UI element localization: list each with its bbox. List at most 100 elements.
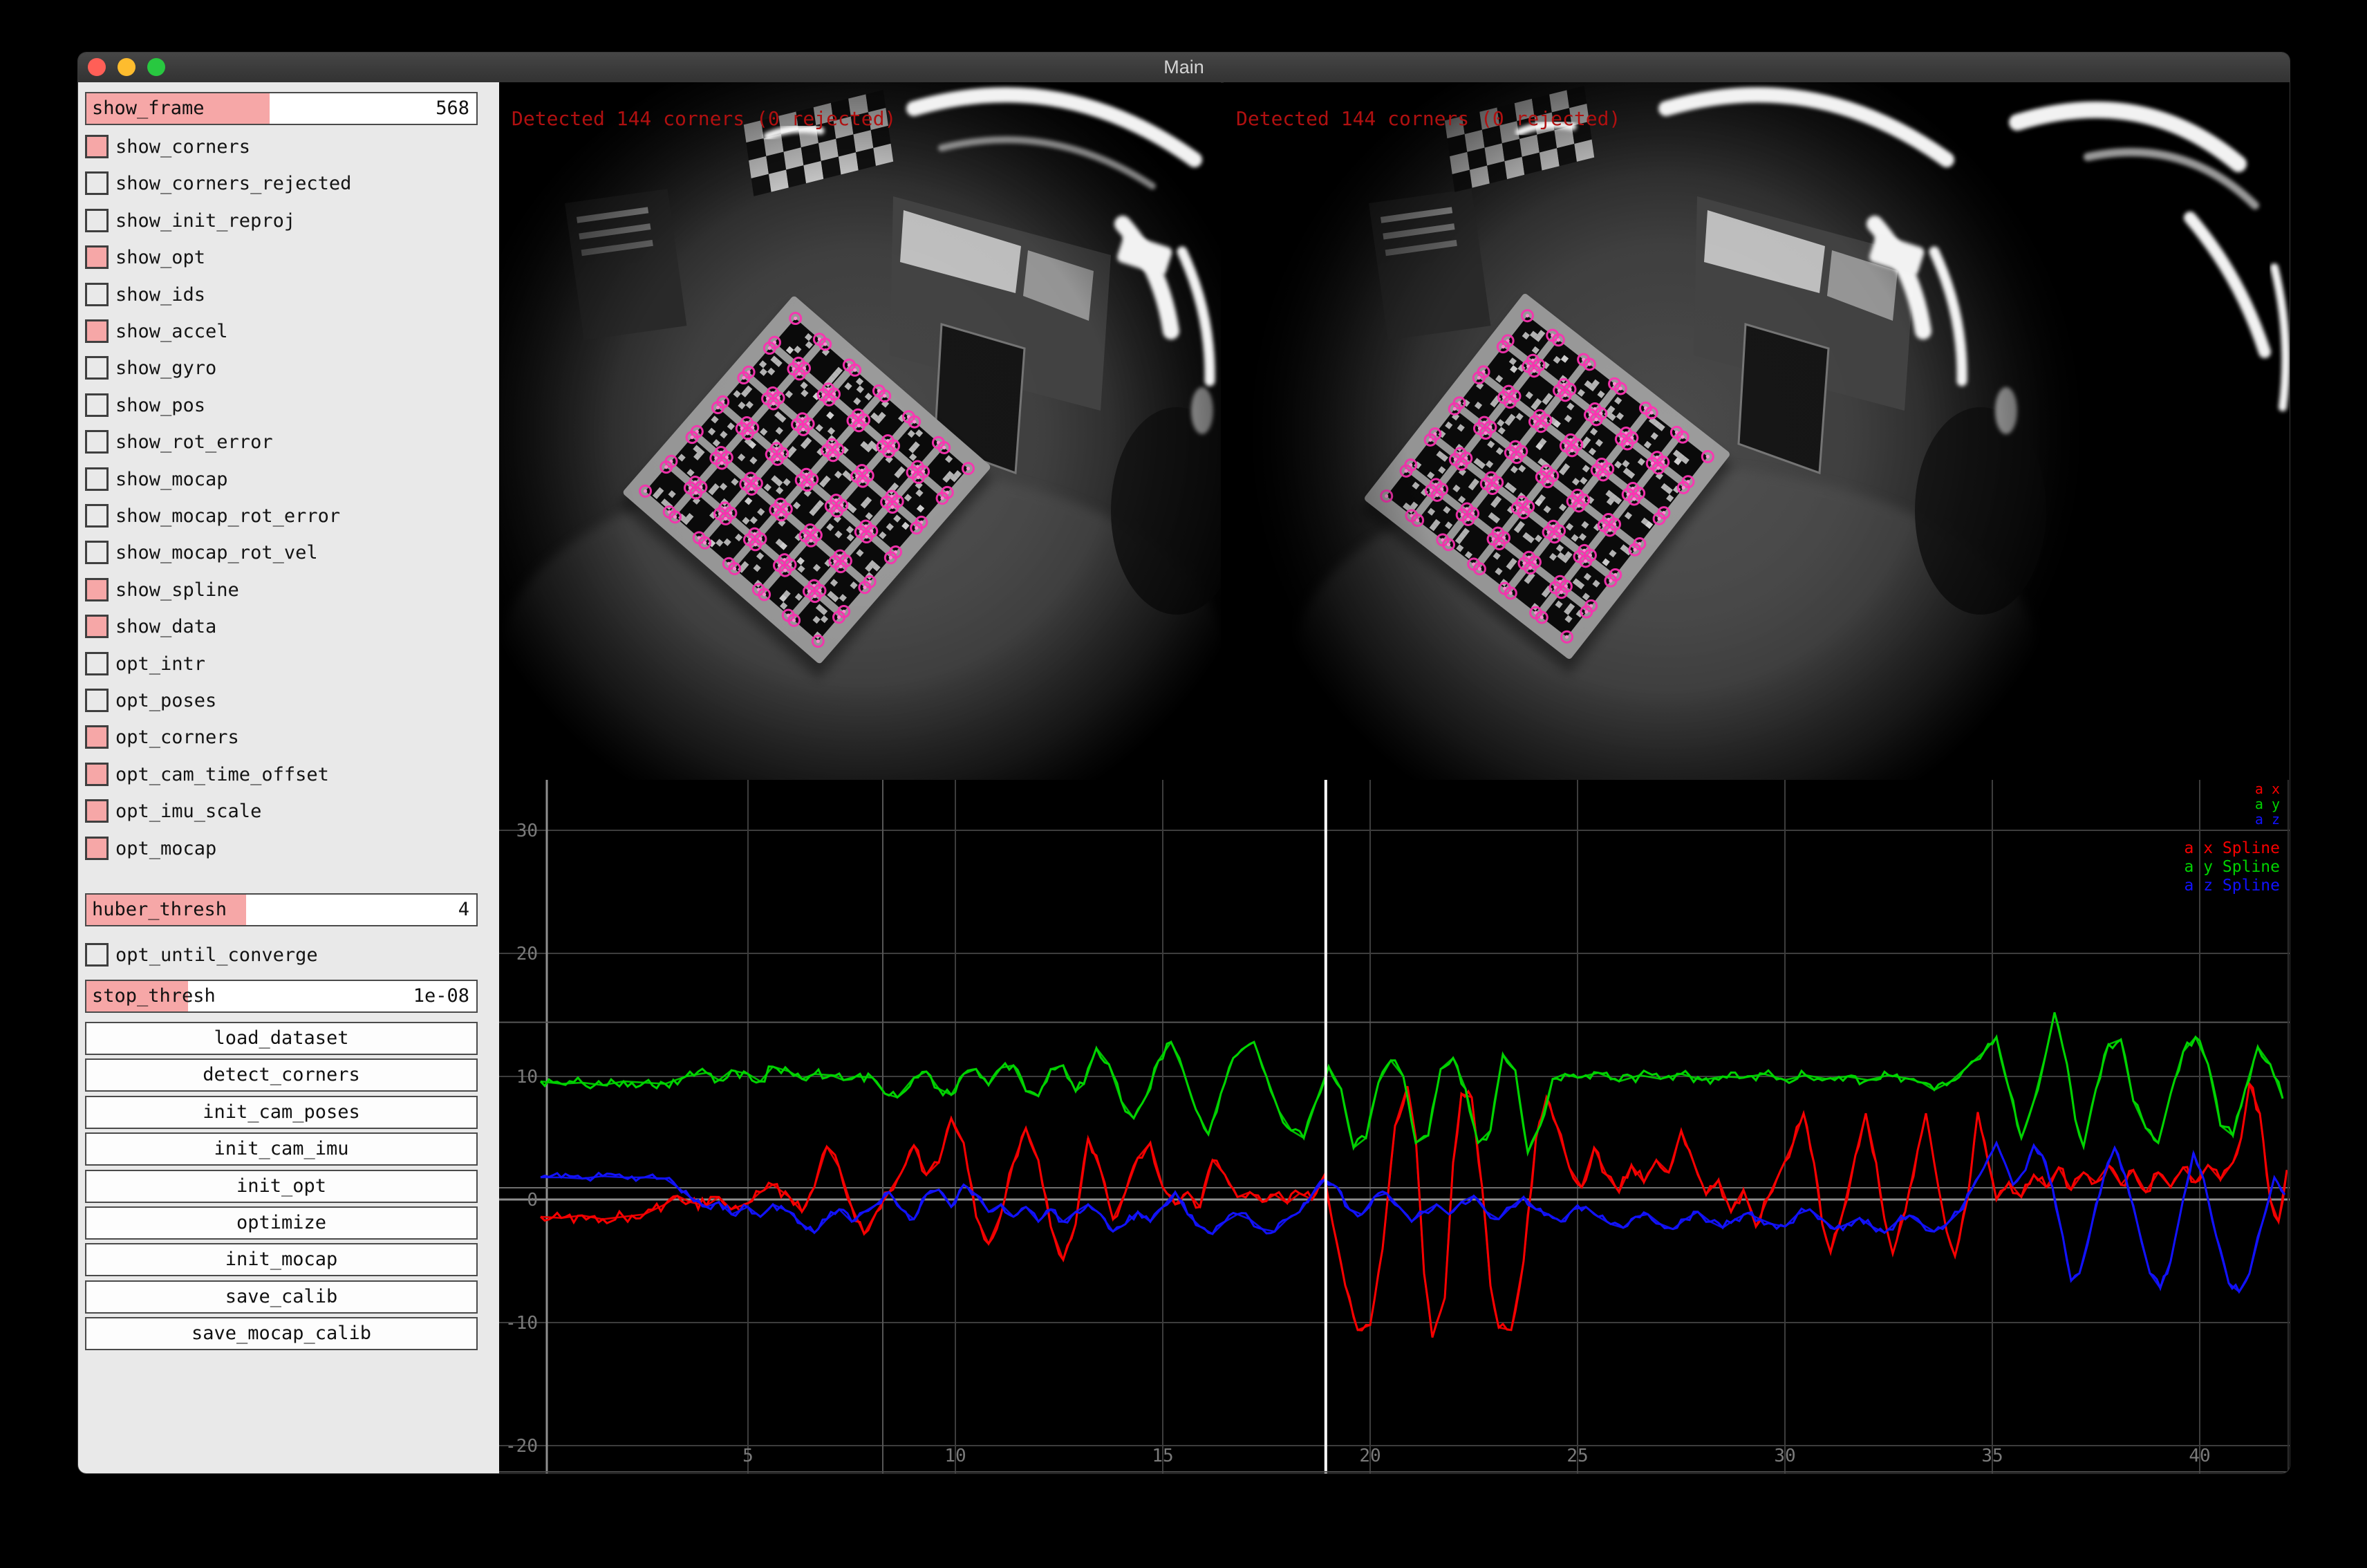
- x-tick-label: 30: [1774, 1446, 1795, 1466]
- legend-entry: a z: [2255, 811, 2280, 828]
- checkbox-label: opt_corners: [115, 724, 239, 752]
- slider-stop_thresh[interactable]: stop_thresh 1e-08: [85, 980, 478, 1013]
- checkbox-label: show_rot_error: [115, 429, 273, 456]
- checkbox-label: show_accel: [115, 318, 228, 346]
- checkbox-row: opt_poses: [85, 687, 493, 715]
- checkbox-label: show_mocap_rot_error: [115, 503, 340, 530]
- legend-entry-spline: a z Spline: [2184, 877, 2280, 895]
- checkbox-row: show_spline: [85, 577, 493, 604]
- button-detect_corners[interactable]: detect_corners: [85, 1058, 478, 1092]
- button-init_cam_poses[interactable]: init_cam_poses: [85, 1096, 478, 1129]
- series-data-a_y: [541, 1012, 2283, 1152]
- checkbox-show_opt[interactable]: [85, 245, 109, 269]
- camera-view-left: Detected 144 corners (0 rejected): [499, 82, 1221, 780]
- checkbox-row: opt_mocap: [85, 835, 493, 863]
- legend-entry: a x: [2255, 781, 2280, 797]
- detected-corners-text-left: Detected 144 corners (0 rejected): [512, 107, 896, 130]
- slider-value: 1e-08: [413, 981, 469, 1011]
- checkbox-show_accel[interactable]: [85, 319, 109, 343]
- series-spline-a_y: [541, 1012, 2283, 1152]
- checkbox-show_corners_rejected[interactable]: [85, 171, 109, 195]
- checkbox-label: opt_cam_time_offset: [115, 761, 329, 789]
- checkbox-show_ids[interactable]: [85, 283, 109, 306]
- y-tick-label: 10: [516, 1067, 538, 1088]
- checkbox-show_pos[interactable]: [85, 393, 109, 417]
- y-tick-label: -20: [505, 1436, 538, 1457]
- checkbox-show_rot_error[interactable]: [85, 430, 109, 454]
- checkbox-show_spline[interactable]: [85, 578, 109, 601]
- y-tick-label: 20: [516, 944, 538, 964]
- button-load_dataset[interactable]: load_dataset: [85, 1022, 478, 1055]
- legend-entry: a y: [2255, 796, 2280, 812]
- checkbox-show_data[interactable]: [85, 615, 109, 638]
- x-tick-label: 35: [1981, 1446, 2003, 1466]
- checkbox-label: opt_intr: [115, 651, 205, 678]
- checkbox-row: show_mocap_rot_vel: [85, 539, 493, 567]
- legend-entry-spline: a y Spline: [2184, 858, 2280, 876]
- x-tick-label: 15: [1152, 1446, 1173, 1466]
- checkbox-label: show_mocap: [115, 466, 228, 494]
- title-bar[interactable]: Main: [78, 53, 2290, 83]
- camera-image-left: [499, 82, 1221, 780]
- checkbox-label: show_opt: [115, 244, 205, 272]
- checkbox-row: show_data: [85, 613, 493, 641]
- camera-image-right: [1224, 82, 2290, 780]
- checkbox-show_corners[interactable]: [85, 135, 109, 158]
- checkbox-row: opt_until_converge: [85, 942, 493, 969]
- series-spline-a_z: [541, 1143, 2285, 1291]
- checkbox-label: show_spline: [115, 577, 239, 604]
- slider-label: show_frame: [92, 93, 205, 124]
- y-tick-label: 0: [527, 1190, 538, 1211]
- x-tick-label: 25: [1566, 1446, 1588, 1466]
- slider-huber_thresh[interactable]: huber_thresh4: [85, 893, 478, 926]
- checkbox-row: show_opt: [85, 244, 493, 272]
- checkbox-opt_intr[interactable]: [85, 652, 109, 675]
- app-window: Main show_frame568 show_corners show_corne…: [78, 53, 2290, 1473]
- camera-view-right: Detected 144 corners (0 rejected): [1224, 82, 2290, 780]
- checkbox-label: opt_until_converge: [115, 942, 318, 969]
- slider-label: huber_thresh: [92, 895, 227, 925]
- checkbox-show_gyro[interactable]: [85, 356, 109, 380]
- button-init_opt[interactable]: init_opt: [85, 1170, 478, 1203]
- checkbox-show_mocap_rot_vel[interactable]: [85, 541, 109, 564]
- button-save_mocap_calib[interactable]: save_mocap_calib: [85, 1317, 478, 1350]
- checkbox-opt_poses[interactable]: [85, 689, 109, 712]
- checkbox-opt_imu_scale[interactable]: [85, 799, 109, 823]
- checkbox-row: show_corners_rejected: [85, 170, 493, 198]
- y-tick-label: 30: [516, 821, 538, 841]
- series-data-a_z: [541, 1143, 2285, 1291]
- checkbox-label: show_ids: [115, 281, 205, 309]
- x-tick-label: 20: [1359, 1446, 1381, 1466]
- checkbox-row: show_corners: [85, 133, 493, 161]
- checkbox-label: show_data: [115, 613, 216, 641]
- checkbox-row: show_mocap: [85, 466, 493, 494]
- checkbox-label: show_gyro: [115, 355, 216, 382]
- button-init_mocap[interactable]: init_mocap: [85, 1243, 478, 1276]
- imu-accel-plot[interactable]: 5101520253035403020100-10-20a xa ya za x…: [499, 780, 2290, 1473]
- x-tick-label: 40: [2189, 1446, 2210, 1466]
- detected-corners-text-right: Detected 144 corners (0 rejected): [1236, 107, 1620, 130]
- checkbox-label: show_corners_rejected: [115, 170, 351, 198]
- checkbox-label: opt_imu_scale: [115, 798, 261, 825]
- checkbox-label: show_pos: [115, 392, 205, 420]
- checkbox-opt_until_converge[interactable]: [85, 943, 109, 967]
- checkbox-show_mocap_rot_error[interactable]: [85, 504, 109, 528]
- checkbox-row: opt_corners: [85, 724, 493, 752]
- checkbox-row: opt_intr: [85, 651, 493, 678]
- button-optimize[interactable]: optimize: [85, 1206, 478, 1240]
- checkbox-opt_cam_time_offset[interactable]: [85, 763, 109, 786]
- checkbox-row: opt_cam_time_offset: [85, 761, 493, 789]
- x-tick-label: 5: [742, 1446, 754, 1466]
- checkbox-label: opt_mocap: [115, 835, 216, 863]
- checkbox-show_init_reproj[interactable]: [85, 209, 109, 232]
- checkbox-row: show_accel: [85, 318, 493, 346]
- checkbox-show_mocap[interactable]: [85, 467, 109, 491]
- button-init_cam_imu[interactable]: init_cam_imu: [85, 1132, 478, 1166]
- checkbox-opt_mocap[interactable]: [85, 837, 109, 860]
- sidebar: show_frame568 show_corners show_corners_re…: [78, 82, 499, 1473]
- slider-show_frame[interactable]: show_frame568: [85, 92, 478, 125]
- checkbox-opt_corners[interactable]: [85, 725, 109, 749]
- slider-label: stop_thresh: [92, 981, 216, 1011]
- button-save_calib[interactable]: save_calib: [85, 1280, 478, 1314]
- checkbox-row: show_mocap_rot_error: [85, 503, 493, 530]
